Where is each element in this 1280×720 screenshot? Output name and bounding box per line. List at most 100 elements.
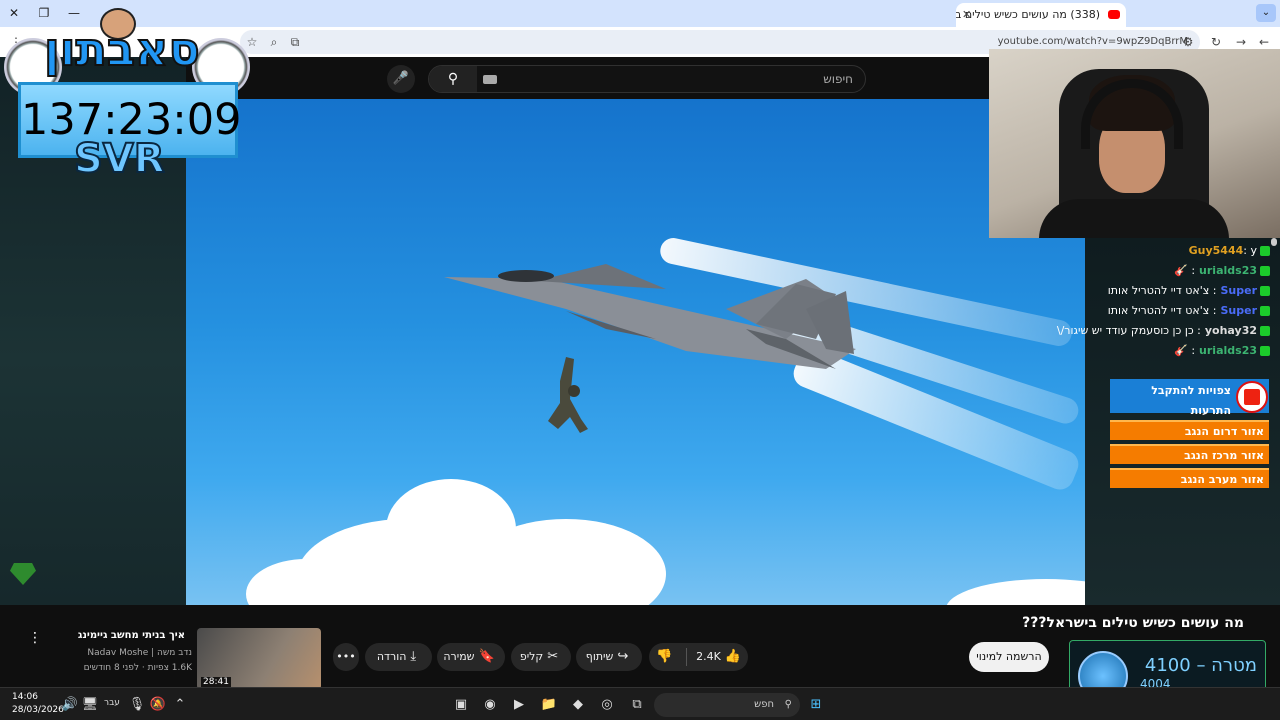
minimize-window-button[interactable]: —: [64, 4, 84, 22]
download-label: הורדה: [376, 650, 407, 663]
save-label: שמירה: [443, 650, 475, 663]
media-player-icon[interactable]: ▶: [509, 695, 529, 715]
app-icon[interactable]: ▣: [451, 695, 471, 715]
more-options-icon[interactable]: ⋮: [28, 630, 42, 646]
more-actions-button[interactable]: •••: [333, 643, 359, 671]
zoom-icon[interactable]: ⌕: [266, 34, 282, 50]
keyboard-icon[interactable]: [483, 75, 497, 84]
svr-tag: SVR: [73, 135, 166, 183]
youtube-icon: [1108, 10, 1120, 19]
recommended-thumbnail[interactable]: 28:41: [197, 628, 321, 690]
clip-button[interactable]: ✂קליפ: [511, 643, 571, 671]
save-button[interactable]: 🔖שמירה: [437, 643, 505, 671]
bookmark-star-icon[interactable]: ☆: [244, 34, 260, 50]
page-info-icon[interactable]: ⚙: [1180, 34, 1196, 50]
share-icon: ↪: [617, 649, 629, 664]
chat-message: Super: צ'אט דיי להטריל אותו: [1000, 301, 1270, 321]
app-icon[interactable]: ◆: [568, 695, 588, 715]
alert-area: אזור מרכז הנגב: [1110, 444, 1269, 464]
chat-text: כן כן כוסעמק עודד יש שיגור/\: [1056, 324, 1194, 337]
file-explorer-icon[interactable]: 📁: [539, 695, 559, 715]
windows-taskbar: 14:06 28/03/2026 🔊 🖥 עבר 🎙 🔕 ⌃ ▣ ◉ ▶ 📁 ◆ …: [0, 687, 1280, 720]
youtube-header: 🎤 ⚲ חיפוש: [186, 57, 989, 99]
emote-icon: 🎸: [1174, 264, 1188, 277]
chat-username: urialds23: [1199, 344, 1257, 357]
discord-icon[interactable]: ◉: [480, 695, 500, 715]
video-duration: 28:41: [201, 677, 231, 687]
volume-icon[interactable]: 🔊: [60, 695, 80, 715]
emote-icon: 🎸: [1174, 344, 1188, 357]
chat-username: urialds23: [1199, 264, 1257, 277]
chat-username: Guy5444: [1188, 244, 1244, 257]
download-button[interactable]: ⤓הורדה: [365, 643, 432, 671]
clock-date: 28/03/2026: [12, 705, 64, 715]
webcam-feed: [989, 49, 1280, 238]
close-tab-icon[interactable]: ✕: [962, 3, 971, 27]
chat-username: Super: [1220, 284, 1257, 297]
share-button[interactable]: ↪שיתוף: [576, 643, 642, 671]
microphone-icon[interactable]: 🎙: [127, 695, 147, 715]
task-view-icon[interactable]: ⧉: [627, 695, 647, 715]
chrome-icon[interactable]: ◎: [597, 695, 617, 715]
taskbar-search[interactable]: חפש ⚲: [654, 693, 800, 717]
recommended-meta: 1.6K צפיות · לפני 8 חודשים: [83, 663, 192, 673]
network-icon[interactable]: 🖥: [80, 695, 100, 715]
tab-search-button[interactable]: ⌄: [1256, 4, 1276, 22]
like-dislike-group: 👍 2.4K 👎: [649, 643, 748, 671]
subscribe-button[interactable]: הרשמה למינוי: [969, 642, 1049, 672]
install-app-icon[interactable]: ⧉: [287, 34, 303, 50]
recommended-title[interactable]: איך בניתי מחשב גיימינג: [78, 630, 185, 641]
chat-message: urialds23: 🎸: [1000, 261, 1270, 281]
goal-target: 4100: [1144, 655, 1191, 676]
scissors-icon: ✂: [547, 649, 559, 664]
search-placeholder: חיפוש: [823, 72, 853, 86]
kick-badge-icon: [1260, 266, 1270, 276]
browser-tab[interactable]: (338) מה עושים כשיש טילים ב ✕: [956, 3, 1126, 27]
video-title: מה עושים כשיש טילים בישראל???: [1022, 615, 1244, 631]
goal-heading: מטרה – 4100: [1144, 655, 1257, 676]
kick-badge-icon: [1260, 306, 1270, 316]
like-count[interactable]: 2.4K: [696, 650, 721, 663]
voice-search-icon[interactable]: 🎤: [387, 65, 415, 93]
chevron-up-icon[interactable]: ⌃: [170, 695, 190, 715]
pilot-figure: [548, 357, 588, 433]
divider: [685, 648, 687, 666]
chat-text: צ'אט דיי להטריל אותו: [1107, 284, 1210, 297]
reload-icon[interactable]: ↻: [1208, 34, 1224, 50]
back-icon[interactable]: ←: [1256, 34, 1272, 50]
search-icon[interactable]: ⚲: [429, 66, 477, 92]
search-input[interactable]: [509, 69, 769, 89]
forward-icon[interactable]: →: [1233, 34, 1249, 50]
kick-badge-icon: [1260, 326, 1270, 336]
windows-start-icon[interactable]: ⊞: [806, 695, 826, 715]
close-window-button[interactable]: ✕: [4, 4, 24, 22]
chat-username: Super: [1220, 304, 1257, 317]
youtube-search-box[interactable]: ⚲ חיפוש: [428, 65, 866, 93]
taskbar-search-text: חפש: [754, 699, 774, 710]
restore-window-button[interactable]: ❐: [34, 4, 54, 22]
language-indicator[interactable]: עבר: [104, 698, 120, 708]
notifications-off-icon[interactable]: 🔕: [148, 695, 168, 715]
chat-message: yohay32: כן כן כוסעמק עודד יש שיגור/\: [1000, 321, 1270, 341]
url-text: youtube.com/watch?v=9wpZ9DqBrrM: [997, 36, 1188, 47]
clip-label: קליפ: [519, 650, 544, 663]
thumbs-up-icon[interactable]: 👍: [725, 649, 741, 664]
chat-username: yohay32: [1204, 324, 1257, 337]
streamer-shirt: [1039, 199, 1229, 238]
chat-text: צ'אט דיי להטריל אותו: [1107, 304, 1210, 317]
bookmark-icon: 🔖: [478, 649, 495, 664]
video-player[interactable]: [186, 99, 1085, 605]
chat-scrollbar[interactable]: [1271, 238, 1277, 246]
subathon-logo: סאבתון: [43, 21, 201, 77]
share-label: שיתוף: [585, 650, 614, 663]
thumbs-down-icon[interactable]: 👎: [656, 649, 672, 664]
search-icon: ⚲: [784, 699, 792, 710]
kick-badge-icon: [1260, 346, 1270, 356]
recommended-channel[interactable]: נדב משה | Nadav Moshe: [87, 648, 192, 658]
clock-time: 14:06: [12, 692, 38, 702]
chat-message: urialds23: 🎸: [1000, 341, 1270, 361]
download-icon: ⤓: [410, 649, 417, 664]
system-clock[interactable]: 14:06 28/03/2026: [12, 691, 64, 717]
kick-badge-icon: [1260, 246, 1270, 256]
alert-area: אזור דרום הנגב: [1110, 420, 1269, 440]
